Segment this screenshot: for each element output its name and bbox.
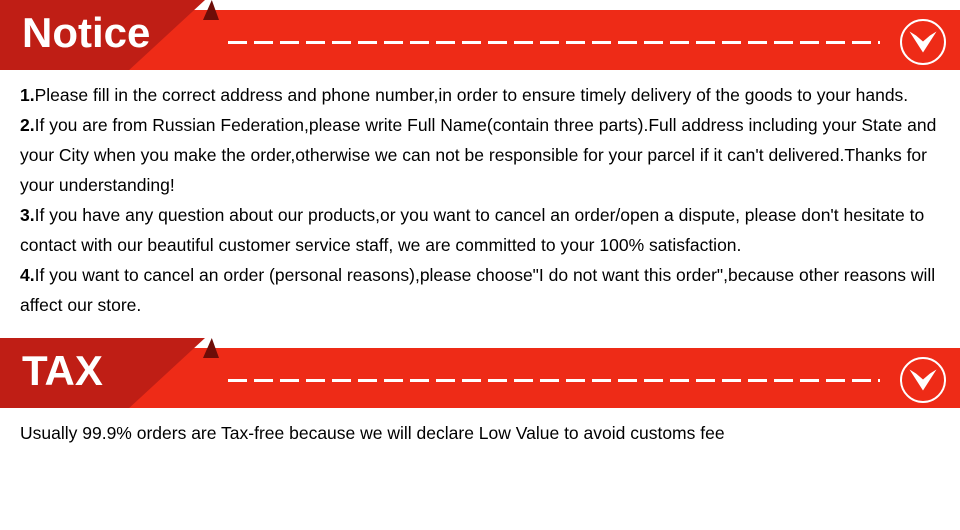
notice-paragraph-2-text: If you are from Russian Federation,pleas… <box>20 115 937 195</box>
notice-paragraph-2-number: 2. <box>20 115 35 135</box>
notice-body: 1.Please fill in the correct address and… <box>0 70 960 320</box>
notice-paragraph-3: 3.If you have any question about our pro… <box>20 200 940 260</box>
notice-banner-dashed-divider <box>228 41 880 44</box>
notice-collapse-toggle[interactable] <box>900 19 946 65</box>
notice-paragraph-3-number: 3. <box>20 205 35 225</box>
tax-paragraph-1-text: Usually 99.9% orders are Tax-free becaus… <box>20 423 725 443</box>
tax-banner-dashed-divider <box>228 379 880 382</box>
tax-banner: TAX <box>0 338 960 408</box>
notice-paragraph-1-text: Please fill in the correct address and p… <box>34 85 909 105</box>
notice-paragraph-2: 2.If you are from Russian Federation,ple… <box>20 110 940 200</box>
notice-paragraph-1: 1.Please fill in the correct address and… <box>20 80 940 110</box>
notice-paragraph-4-text: If you want to cancel an order (personal… <box>20 265 936 315</box>
notice-paragraph-1-number: 1. <box>20 85 35 105</box>
notice-paragraph-4-number: 4. <box>20 265 35 285</box>
tax-banner-title: TAX <box>22 347 103 394</box>
tax-collapse-toggle[interactable] <box>900 357 946 403</box>
notice-banner: Notice <box>0 0 960 70</box>
notice-paragraph-4: 4.If you want to cancel an order (person… <box>20 260 940 320</box>
notice-paragraph-3-text: If you have any question about our produ… <box>20 205 925 255</box>
notice-tax-page: Notice 1.Please fill in the correct addr… <box>0 0 960 530</box>
tax-paragraph-1: Usually 99.9% orders are Tax-free becaus… <box>20 418 940 448</box>
tax-body: Usually 99.9% orders are Tax-free becaus… <box>0 408 960 448</box>
notice-banner-title: Notice <box>22 9 151 56</box>
